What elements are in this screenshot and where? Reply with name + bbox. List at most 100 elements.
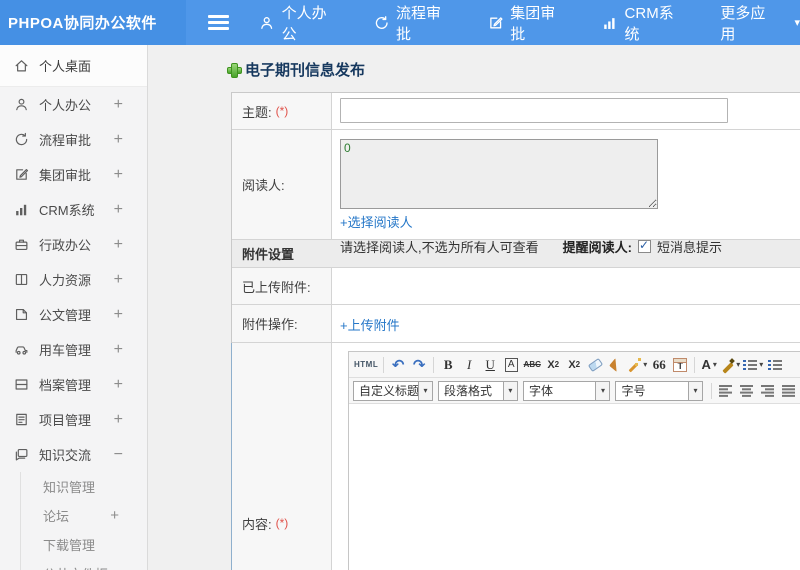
font-color-button[interactable]: A ▾ [699, 355, 719, 375]
align-left-icon[interactable] [716, 381, 736, 401]
app-logo[interactable]: PHPOA协同办公软件 [0, 0, 186, 45]
paragraph-format-select[interactable]: 段落格式 ▾ [438, 380, 518, 401]
sidebar-item-admin-office[interactable]: 行政办公 + [0, 227, 147, 262]
sidebar-subitem-public-cabinet[interactable]: 公共文件柜 [21, 559, 147, 570]
subscript-button[interactable]: X2 [564, 355, 584, 375]
source-code-button[interactable]: HTML [353, 355, 379, 375]
highlight-block-button[interactable]: A [501, 355, 521, 375]
upload-attachment-link[interactable]: +上传附件 [340, 315, 400, 334]
main-panel: 电子期刊信息发布 主题: (*) 阅读人: 0 +选择阅读人 请选择阅读人,不选… [148, 45, 800, 570]
add-icon [227, 63, 242, 78]
subject-input[interactable] [340, 98, 728, 123]
content-area: 个人桌面 个人办公 + 流程审批 + 集团审批 + CRM系统 + 行政办公 +… [0, 45, 800, 570]
bold-button[interactable]: B [438, 355, 458, 375]
font-size-select[interactable]: 字号 ▾ [615, 380, 703, 401]
redo-icon[interactable]: ↷ [409, 355, 429, 375]
menu-toggle-icon[interactable] [207, 15, 230, 30]
nav-personal-office[interactable]: 个人办公 [259, 2, 339, 44]
editor-content-area[interactable] [349, 404, 800, 570]
sidebar-item-projects[interactable]: 项目管理 + [0, 402, 147, 437]
sidebar-label: 档案管理 [39, 378, 92, 393]
sidebar-label: 用车管理 [39, 343, 92, 358]
undo-icon[interactable]: ↶ [388, 355, 408, 375]
nav-more-apps[interactable]: 更多应用 [720, 2, 778, 44]
editor-toolbar-row2: 自定义标题▾ 段落格式▾ 字体▾ 字号▾ ∞ ∞ [349, 378, 800, 404]
toolbar-separator [383, 356, 385, 373]
expand-icon[interactable]: + [114, 236, 147, 254]
align-center-icon[interactable] [737, 381, 757, 401]
sidebar-item-official-docs[interactable]: 公文管理 + [0, 297, 147, 332]
sidebar-item-knowledge-exchange[interactable]: 知识交流 − [0, 437, 147, 472]
sidebar-label: 公文管理 [39, 308, 92, 323]
sidebar-item-personal-desktop[interactable]: 个人桌面 [0, 45, 147, 87]
expand-icon[interactable]: + [114, 271, 147, 289]
sidebar-subitem-forum[interactable]: 论坛 + [21, 501, 147, 530]
sidebar-item-personal-office[interactable]: 个人办公 + [0, 87, 147, 122]
ordered-list-button[interactable]: ▾ [742, 355, 764, 375]
attachment-ops-label: 附件操作: [232, 305, 332, 342]
readers-label: 阅读人: [232, 130, 332, 239]
sidebar-label: 个人办公 [39, 98, 92, 113]
primary-nav: 个人办公 流程审批 集团审批 CRM系统 更多应用 ▾ [259, 2, 800, 44]
select-readers-link[interactable]: +选择阅读人 [340, 212, 413, 231]
uploaded-value [332, 268, 800, 304]
sms-label: 短消息提示 [656, 240, 722, 255]
edit-square-icon [16, 168, 29, 180]
collapse-icon[interactable]: − [114, 446, 147, 464]
bar-chart-icon [604, 17, 615, 29]
expand-icon[interactable]: + [114, 411, 147, 429]
blockquote-button[interactable]: 66 [649, 355, 669, 375]
expand-icon[interactable]: + [114, 166, 147, 184]
sidebar-item-crm[interactable]: CRM系统 + [0, 192, 147, 227]
nav-group-approval[interactable]: 集团审批 [488, 2, 568, 44]
paste-as-text-icon[interactable]: T [670, 355, 690, 375]
highlight-pen-icon[interactable]: ▾ [720, 355, 741, 375]
expand-icon[interactable]: + [114, 201, 147, 219]
expand-icon[interactable]: + [114, 341, 147, 359]
nav-label: CRM系统 [624, 4, 674, 43]
eraser-icon[interactable] [585, 355, 605, 375]
strikethrough-button[interactable]: ABC [522, 355, 542, 375]
sidebar-sublabel: 知识管理 [43, 480, 96, 495]
superscript-button[interactable]: X2 [543, 355, 563, 375]
uploaded-attachments-row: 已上传附件: [232, 268, 800, 305]
chat-stack-icon [15, 448, 28, 461]
underline-button[interactable]: U [480, 355, 500, 375]
align-justify-icon[interactable] [779, 381, 799, 401]
sidebar-item-workflow-approval[interactable]: 流程审批 + [0, 122, 147, 157]
expand-icon[interactable]: + [114, 96, 147, 114]
uploaded-label: 已上传附件: [232, 268, 332, 304]
sms-checkbox[interactable] [637, 238, 651, 253]
sidebar-item-archives[interactable]: 档案管理 + [0, 367, 147, 402]
expand-icon[interactable]: + [114, 306, 147, 324]
autoformat-wand-icon[interactable]: ▾ [627, 355, 648, 375]
sidebar-label: 集团审批 [39, 168, 92, 183]
car-icon [15, 346, 28, 355]
top-navbar: PHPOA协同办公软件 个人办公 流程审批 集团审批 CRM系统 更多应用 ▾ [0, 0, 800, 45]
sidebar-subitem-knowledge-mgmt[interactable]: 知识管理 [21, 472, 147, 501]
rich-text-editor: HTML ↶ ↷ B I U A ABC X2 X 2 ▾ 66 T A ▾ ▾… [348, 351, 800, 570]
custom-heading-select[interactable]: 自定义标题 ▾ [353, 380, 433, 401]
chevron-down-icon[interactable]: ▾ [794, 16, 800, 29]
person-icon [16, 98, 27, 111]
sidebar-item-hr[interactable]: 人力资源 + [0, 262, 147, 297]
expand-icon[interactable]: + [114, 131, 147, 149]
nav-crm-system[interactable]: CRM系统 [602, 2, 686, 44]
sidebar-item-group-approval[interactable]: 集团审批 + [0, 157, 147, 192]
expand-icon[interactable]: + [110, 507, 147, 524]
format-brush-icon[interactable] [606, 355, 626, 375]
expand-icon[interactable]: + [114, 376, 147, 394]
align-right-icon[interactable] [758, 381, 778, 401]
italic-button[interactable]: I [459, 355, 479, 375]
unordered-list-button[interactable] [765, 355, 785, 375]
chevron-down-icon: ▾ [418, 381, 432, 400]
nav-workflow-approval[interactable]: 流程审批 [374, 2, 454, 44]
sidebar-item-vehicle[interactable]: 用车管理 + [0, 332, 147, 367]
readers-textarea[interactable]: 0 [340, 139, 658, 209]
edit-square-icon [490, 16, 503, 29]
chevron-down-icon: ▾ [688, 381, 702, 400]
document-icon [15, 308, 28, 321]
font-family-select[interactable]: 字体 ▾ [522, 380, 611, 401]
sidebar-subitem-downloads[interactable]: 下载管理 [21, 530, 147, 559]
sidebar-label: 项目管理 [39, 413, 92, 428]
